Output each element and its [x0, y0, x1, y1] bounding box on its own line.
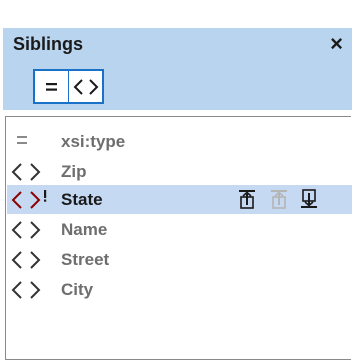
equals-icon [45, 82, 57, 91]
list-item-state[interactable]: State [7, 185, 352, 214]
panel-title-bar: Siblings × [3, 28, 352, 62]
list-item-label: City [61, 280, 94, 299]
list-item-label: Street [61, 250, 110, 269]
element-brackets-icon [11, 221, 41, 239]
panel-title: Siblings [13, 34, 84, 54]
show-attributes-button[interactable] [33, 69, 69, 104]
element-brackets-icon [11, 281, 41, 299]
list-item-label: xsi:type [61, 132, 126, 151]
move-top-icon[interactable] [236, 188, 258, 210]
list-item-name[interactable]: Name [7, 215, 352, 244]
list-item-label: Zip [61, 162, 87, 181]
list-item-label: Name [61, 220, 108, 239]
move-bottom-icon[interactable] [298, 188, 320, 210]
list-item-street[interactable]: Street [7, 245, 352, 274]
list-item-zip[interactable]: Zip [7, 157, 352, 186]
element-brackets-icon [11, 163, 41, 181]
panel-toolbar [3, 62, 352, 110]
required-element-icon [11, 190, 47, 209]
equals-icon [17, 136, 27, 144]
element-brackets-icon [11, 251, 41, 269]
move-up-icon[interactable] [268, 188, 290, 210]
siblings-list: xsi:type Zip State Name Street City [5, 116, 352, 360]
element-brackets-icon [73, 78, 98, 95]
siblings-panel: Siblings × xsi:type Zip State Name Stree… [0, 0, 355, 364]
show-elements-button[interactable] [68, 69, 104, 104]
list-item-city[interactable]: City [7, 275, 352, 304]
list-item-xsi-type[interactable]: xsi:type [7, 127, 352, 156]
list-item-label: State [61, 190, 103, 209]
close-icon[interactable]: × [330, 31, 343, 57]
